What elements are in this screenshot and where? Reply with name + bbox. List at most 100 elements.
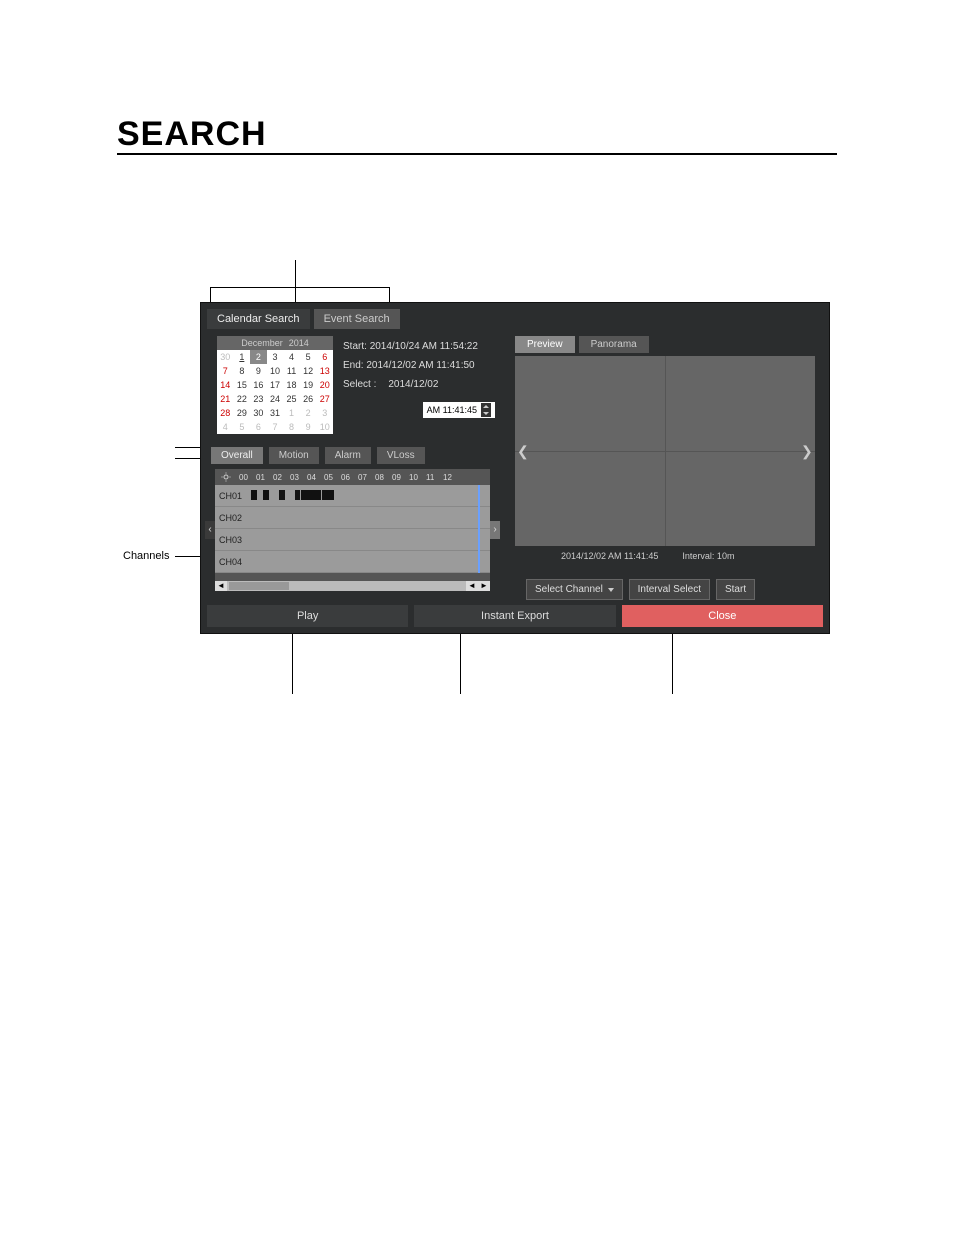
select-time-spinner[interactable]: AM 11:41:45 <box>423 402 495 418</box>
calendar-day[interactable]: 13 <box>316 364 333 378</box>
calendar-day[interactable]: 11 <box>283 364 300 378</box>
calendar-grid[interactable]: 3012345678910111213141516171819202122232… <box>217 350 333 434</box>
timeline-hour-label: 12 <box>443 473 459 482</box>
search-window: Calendar Search Event Search December 20… <box>200 302 830 634</box>
recording-segment <box>316 490 321 500</box>
preview-cell-3[interactable] <box>515 452 665 547</box>
tab-calendar-search[interactable]: Calendar Search <box>207 309 310 329</box>
channel-row[interactable]: CH01 <box>215 485 490 507</box>
calendar-day[interactable]: 29 <box>234 406 251 420</box>
callout-line <box>292 634 293 694</box>
preview-status: 2014/12/02 AM 11:41:45 Interval: 10m <box>561 551 734 561</box>
calendar-day[interactable]: 9 <box>250 364 267 378</box>
timeline-hour-label: 03 <box>290 473 306 482</box>
calendar-day[interactable]: 3 <box>267 350 284 364</box>
close-button[interactable]: Close <box>622 605 823 627</box>
timeline-cursor[interactable] <box>478 485 480 573</box>
timeline-hour-label: 10 <box>409 473 425 482</box>
ptab-panorama[interactable]: Panorama <box>579 336 649 353</box>
preview-cell-2[interactable] <box>666 356 816 451</box>
calendar-day[interactable]: 3 <box>316 406 333 420</box>
spinner-buttons-icon[interactable] <box>481 403 491 417</box>
etab-overall[interactable]: Overall <box>211 447 263 464</box>
channel-row[interactable]: CH04 <box>215 551 490 573</box>
channel-bar[interactable] <box>249 551 490 573</box>
scroll-left-icon[interactable]: ◄ <box>215 581 227 591</box>
calendar-day[interactable]: 17 <box>267 378 284 392</box>
calendar-day[interactable]: 7 <box>217 364 234 378</box>
calendar-day[interactable]: 23 <box>250 392 267 406</box>
calendar-day[interactable]: 10 <box>267 364 284 378</box>
calendar-day[interactable]: 2 <box>300 406 317 420</box>
timeline-rows[interactable]: CH01CH02CH03 CH04 <box>215 485 490 573</box>
calendar-day[interactable]: 10 <box>316 420 333 434</box>
daylight-icon <box>215 469 237 485</box>
calendar-day[interactable]: 14 <box>217 378 234 392</box>
calendar[interactable]: December 2014 30123456789101112131415161… <box>217 336 333 434</box>
callout-line <box>175 447 200 448</box>
channel-bar[interactable] <box>249 485 490 507</box>
calendar-day[interactable]: 31 <box>267 406 284 420</box>
time-info: Start: 2014/10/24 AM 11:54:22 End: 2014/… <box>343 341 503 426</box>
channel-label: CH04 <box>215 557 249 567</box>
calendar-day[interactable]: 12 <box>300 364 317 378</box>
start-value: 2014/10/24 AM 11:54:22 <box>370 341 478 352</box>
tab-event-search[interactable]: Event Search <box>314 309 400 329</box>
calendar-day[interactable]: 5 <box>234 420 251 434</box>
play-button[interactable]: Play <box>207 605 408 627</box>
calendar-day[interactable]: 24 <box>267 392 284 406</box>
calendar-day[interactable]: 25 <box>283 392 300 406</box>
timeline-scrollbar[interactable]: ◄ ◄ ► <box>215 581 490 591</box>
calendar-day[interactable]: 28 <box>217 406 234 420</box>
calendar-day[interactable]: 5 <box>300 350 317 364</box>
calendar-day[interactable]: 26 <box>300 392 317 406</box>
calendar-day[interactable]: 1 <box>234 350 251 364</box>
timeline-next-icon[interactable]: › <box>490 521 500 539</box>
ptab-preview[interactable]: Preview <box>515 336 575 353</box>
preview-cell-4[interactable] <box>666 452 816 547</box>
interval-select-button[interactable]: Interval Select <box>629 579 710 600</box>
timeline-hour-label: 04 <box>307 473 323 482</box>
etab-motion[interactable]: Motion <box>269 447 319 464</box>
select-channel-dropdown[interactable]: Select Channel <box>526 579 623 600</box>
calendar-day[interactable]: 4 <box>217 420 234 434</box>
etab-vloss[interactable]: VLoss <box>377 447 425 464</box>
etab-alarm[interactable]: Alarm <box>325 447 371 464</box>
channel-row[interactable]: CH03 <box>215 529 490 551</box>
timeline-prev-icon[interactable]: ‹ <box>205 521 215 539</box>
calendar-day[interactable]: 4 <box>283 350 300 364</box>
channel-bar[interactable] <box>249 529 490 551</box>
calendar-day[interactable]: 7 <box>267 420 284 434</box>
preview-cell-1[interactable] <box>515 356 665 451</box>
calendar-day[interactable]: 1 <box>283 406 300 420</box>
calendar-day[interactable]: 15 <box>234 378 251 392</box>
calendar-day[interactable]: 30 <box>217 350 234 364</box>
scroll-right-b-icon[interactable]: ► <box>478 581 490 591</box>
calendar-day[interactable]: 27 <box>316 392 333 406</box>
calendar-day[interactable]: 8 <box>283 420 300 434</box>
calendar-day[interactable]: 30 <box>250 406 267 420</box>
instant-export-button[interactable]: Instant Export <box>414 605 615 627</box>
scroll-right-a-icon[interactable]: ◄ <box>466 581 478 591</box>
calendar-day[interactable]: 22 <box>234 392 251 406</box>
channel-row[interactable]: CH02 <box>215 507 490 529</box>
calendar-day[interactable]: 2 <box>250 350 267 364</box>
calendar-day[interactable]: 18 <box>283 378 300 392</box>
calendar-day[interactable]: 6 <box>250 420 267 434</box>
callout-channels: Channels <box>123 550 169 562</box>
calendar-day[interactable]: 16 <box>250 378 267 392</box>
calendar-day[interactable]: 8 <box>234 364 251 378</box>
channel-bar[interactable] <box>249 507 490 529</box>
calendar-day[interactable]: 9 <box>300 420 317 434</box>
calendar-day[interactable]: 20 <box>316 378 333 392</box>
timeline-hour-label: 06 <box>341 473 357 482</box>
start-button[interactable]: Start <box>716 579 755 600</box>
calendar-header[interactable]: December 2014 <box>217 336 333 350</box>
preview-next-icon[interactable]: ❯ <box>801 443 817 459</box>
preview-prev-icon[interactable]: ❮ <box>517 443 533 459</box>
calendar-day[interactable]: 6 <box>316 350 333 364</box>
select-date: 2014/12/02 <box>388 379 438 390</box>
calendar-day[interactable]: 21 <box>217 392 234 406</box>
scroll-thumb[interactable] <box>229 582 289 590</box>
calendar-day[interactable]: 19 <box>300 378 317 392</box>
